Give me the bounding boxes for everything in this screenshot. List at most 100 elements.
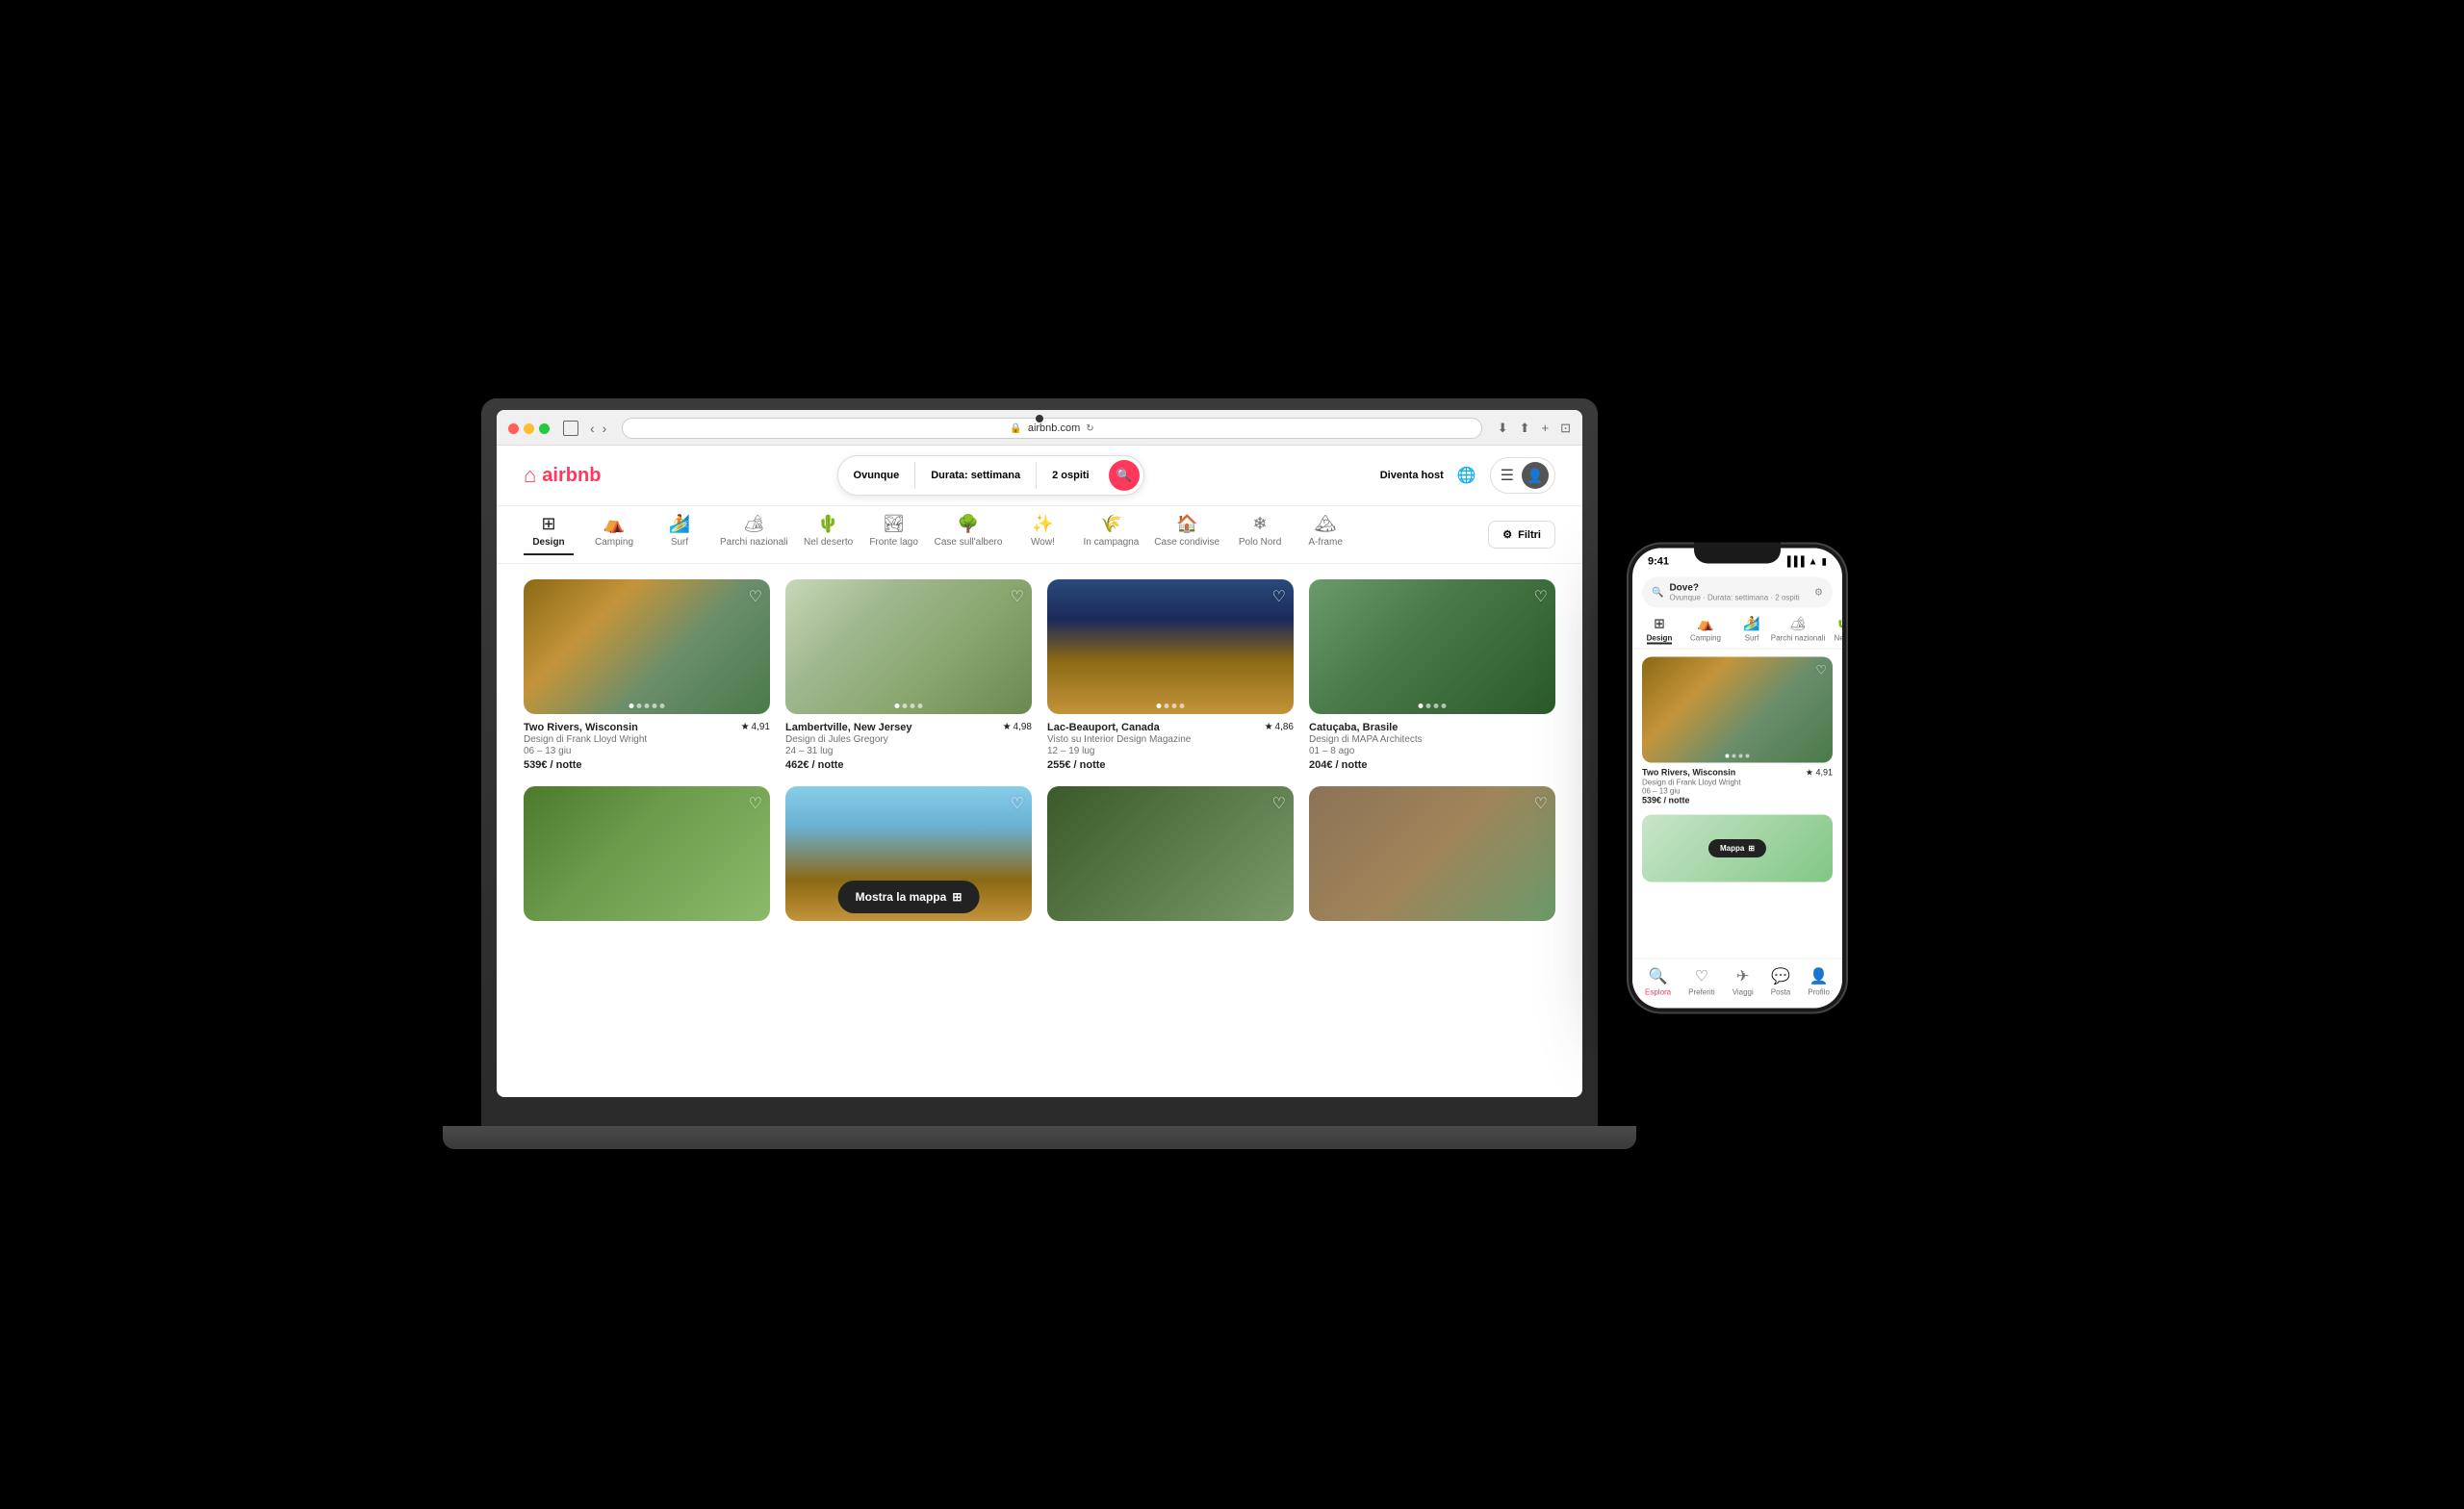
phone-filter-icon[interactable]: ⚙ [1814, 587, 1823, 598]
parchi-icon: 🏕 [743, 514, 765, 534]
category-surf[interactable]: 🏄 Surf [654, 514, 705, 555]
filter-button[interactable]: ⚙ Filtri [1488, 521, 1555, 549]
phone-map-button[interactable]: Mappa ⊞ [1708, 839, 1766, 857]
listing-location: Catuçaba, Brasile [1309, 722, 1398, 733]
phone-nav-profilo[interactable]: 👤 Profilo [1808, 967, 1830, 997]
phone-nav-preferiti[interactable]: ♡ Preferiti [1688, 967, 1715, 997]
listing-dates: 24 – 31 lug [785, 746, 1032, 756]
listing-card-modern[interactable]: ♡ Mostra la mappa ⊞ [785, 786, 1032, 929]
aframe-icon: 🏔 [1315, 514, 1337, 534]
listing-desc: Visto su Interior Design Magazine [1047, 734, 1294, 745]
listing-card-lac-beauport[interactable]: ♡ Lac [1047, 579, 1294, 771]
favorite-button-lac-beauport[interactable]: ♡ [1272, 587, 1286, 606]
header-right: Diventa host 🌐 ☰ 👤 [1380, 457, 1555, 494]
category-condivise[interactable]: 🏠 Case condivise [1154, 514, 1219, 555]
phone-nav-esplora[interactable]: 🔍 Esplora [1645, 967, 1671, 997]
search-guests[interactable]: 2 ospiti [1037, 462, 1105, 489]
sidebar-icon[interactable]: ⊡ [1560, 421, 1571, 436]
favorite-button-brick[interactable]: ♡ [1534, 794, 1548, 813]
phone-card-1[interactable]: ♡ Two Rivers, Wisconsin ★ 4,9 [1642, 657, 1833, 806]
category-design[interactable]: ⊞ Design [524, 514, 574, 555]
become-host-button[interactable]: Diventa host [1380, 470, 1444, 481]
category-camping[interactable]: ⛺ Camping [589, 514, 639, 555]
phone-nav-viaggi[interactable]: ✈ Viaggi [1732, 967, 1754, 997]
refresh-icon[interactable]: ↻ [1086, 423, 1093, 434]
listing-location: Lambertville, New Jersey [785, 722, 911, 733]
forward-button[interactable]: › [603, 421, 607, 436]
listing-image-two-rivers: ♡ [524, 579, 770, 714]
category-deserto[interactable]: 🌵 Nel deserto [804, 514, 854, 555]
search-duration[interactable]: Durata: settimana [915, 462, 1037, 489]
category-albero[interactable]: 🌳 Case sull'albero [935, 514, 1003, 555]
search-location[interactable]: Ovunque [838, 462, 916, 489]
back-button[interactable]: ‹ [590, 421, 595, 436]
phone-cat-parchi[interactable]: 🏕 Parchi nazionali [1781, 616, 1815, 645]
camping-icon: ⛺ [603, 514, 625, 534]
category-wow[interactable]: ✨ Wow! [1017, 514, 1067, 555]
phone-deserto-label: Nel d. [1835, 634, 1842, 643]
traffic-light-red[interactable] [508, 423, 519, 434]
phone-search-area: 🔍 Dove? Ovunque · Durata: settimana · 2 … [1632, 572, 1842, 612]
phone-cat-design[interactable]: ⊞ Design [1642, 616, 1677, 645]
favorite-button-treehouse[interactable]: ♡ [749, 794, 762, 813]
category-parchi[interactable]: 🏕 Parchi nazionali [720, 514, 788, 555]
listings-grid: ♡ [497, 564, 1582, 944]
new-tab-icon[interactable]: + [1542, 421, 1550, 436]
dot-3 [1172, 703, 1177, 708]
phone-search-bar[interactable]: 🔍 Dove? Ovunque · Durata: settimana · 2 … [1642, 577, 1833, 608]
browser-nav: ‹ › [590, 421, 606, 436]
favorite-button-interior[interactable]: ♡ [1272, 794, 1286, 813]
user-menu[interactable]: ☰ 👤 [1490, 457, 1555, 494]
category-campagna[interactable]: 🌾 In campagna [1083, 514, 1139, 555]
phone-cat-surf[interactable]: 🏄 Surf [1734, 616, 1769, 645]
phone-heart-1[interactable]: ♡ [1815, 663, 1827, 678]
esplora-label: Esplora [1645, 988, 1671, 997]
favorite-button-modern[interactable]: ♡ [1011, 794, 1024, 813]
listing-desc: Design di Jules Gregory [785, 734, 1032, 745]
traffic-light-yellow[interactable] [524, 423, 534, 434]
favorite-button-two-rivers[interactable]: ♡ [749, 587, 762, 606]
viaggi-icon: ✈ [1736, 967, 1749, 986]
laptop-base [443, 1126, 1636, 1149]
listing-card-lambertville[interactable]: ♡ Lam [785, 579, 1032, 771]
hamburger-icon: ☰ [1501, 466, 1514, 485]
pdot-1 [1726, 754, 1730, 758]
url-text: airbnb.com [1028, 422, 1080, 434]
category-aframe[interactable]: 🏔 A-frame [1300, 514, 1350, 555]
airbnb-logo[interactable]: ⌂ airbnb [524, 463, 601, 488]
favorite-button-lambertville[interactable]: ♡ [1011, 587, 1024, 606]
show-map-button[interactable]: Mostra la mappa ⊞ [838, 881, 980, 913]
design-icon: ⊞ [541, 514, 555, 534]
listing-card-two-rivers[interactable]: ♡ [524, 579, 770, 771]
phone-card-image-1: ♡ [1642, 657, 1833, 763]
listing-image-treehouse: ♡ [524, 786, 770, 921]
user-avatar: 👤 [1522, 462, 1549, 489]
phone-title-row: Two Rivers, Wisconsin ★ 4,91 [1642, 768, 1833, 779]
phone-nav-posta[interactable]: 💬 Posta [1771, 967, 1790, 997]
tabs-icon[interactable] [563, 421, 578, 436]
phone-deserto-icon: 🌵 [1835, 616, 1842, 632]
design-label: Design [532, 537, 564, 548]
download-icon[interactable]: ⬇ [1498, 421, 1508, 436]
share-icon[interactable]: ⬆ [1520, 421, 1530, 436]
search-button[interactable]: 🔍 [1109, 460, 1140, 491]
listing-card-catucaba[interactable]: ♡ Cat [1309, 579, 1555, 771]
phone-cat-camping[interactable]: ⛺ Camping [1688, 616, 1723, 645]
browser-actions: ⬇ ⬆ + ⊡ [1498, 421, 1571, 436]
category-lago[interactable]: 🏞 Fronte lago [869, 514, 919, 555]
listing-card-treehouse[interactable]: ♡ [524, 786, 770, 929]
lago-label: Fronte lago [869, 537, 918, 548]
phone-cat-deserto[interactable]: 🌵 Nel d. [1827, 616, 1842, 645]
polo-label: Polo Nord [1239, 537, 1281, 548]
traffic-light-green[interactable] [539, 423, 550, 434]
listing-card-brick[interactable]: ♡ [1309, 786, 1555, 929]
listing-title-row: Lambertville, New Jersey ★ 4,98 [785, 722, 1032, 733]
url-bar[interactable]: 🔒 airbnb.com ↻ [622, 418, 1481, 439]
favorite-button-catucaba[interactable]: ♡ [1534, 587, 1548, 606]
globe-icon[interactable]: 🌐 [1457, 466, 1476, 485]
category-polo[interactable]: ❄ Polo Nord [1235, 514, 1285, 555]
phone-map-card[interactable]: Mappa ⊞ [1642, 815, 1833, 882]
listing-price: 539€ / notte [524, 759, 770, 771]
phone-surf-label: Surf [1745, 634, 1759, 643]
listing-card-interior[interactable]: ♡ [1047, 786, 1294, 929]
